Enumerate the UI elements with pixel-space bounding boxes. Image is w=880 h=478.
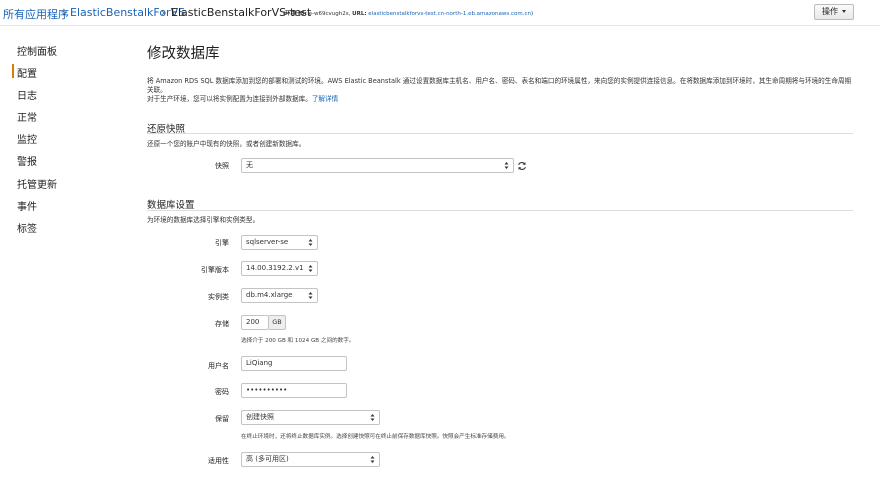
retention-help: 在终止环境时，还将终止数据库实例。选择创建快照可在终止前保存数据库快照。快照会产… (241, 434, 510, 440)
instance-class-select[interactable]: db.m4.xlarge (241, 288, 318, 303)
select-arrows-icon (308, 265, 313, 272)
instance-class-value: db.m4.xlarge (246, 291, 293, 299)
engine-label: 引擎 (215, 239, 229, 247)
engine-version-select[interactable]: 14.00.3192.2.v1 (241, 261, 318, 276)
retention-select[interactable]: 创建快照 (241, 410, 380, 425)
storage-help: 选择介于 200 GB 和 1024 GB 之间的数字。 (241, 338, 355, 344)
sidebar-item-events[interactable]: 事件 (17, 198, 37, 213)
refresh-icon[interactable] (517, 161, 527, 171)
sidebar-item-configuration[interactable]: 配置 (17, 65, 37, 80)
intro-line-1: 将 Amazon RDS SQL 数据库添加到您的部署和测试的环境。AWS El… (147, 77, 852, 94)
password-label: 密码 (215, 388, 229, 396)
sidebar-item-tags[interactable]: 标签 (17, 220, 37, 235)
learn-more-link[interactable]: 了解详情 (312, 95, 338, 103)
breadcrumb-all-apps[interactable]: 所有应用程序 (3, 6, 69, 22)
retention-value: 创建快照 (246, 413, 274, 421)
availability-label: 适用性 (208, 457, 229, 465)
engine-select[interactable]: sqlserver-se (241, 235, 318, 250)
instance-class-label: 实例类 (208, 293, 229, 301)
db-section-title: 数据库设置 (147, 200, 195, 211)
storage-unit: GB (269, 315, 286, 330)
section-divider (147, 133, 853, 134)
engine-version-value: 14.00.3192.2.v1 (246, 264, 304, 272)
snapshot-label: 快照 (215, 162, 229, 170)
sidebar-item-managed-updates[interactable]: 托管更新 (17, 176, 57, 191)
select-arrows-icon (308, 239, 313, 246)
select-arrows-icon (504, 162, 509, 169)
page-title: 修改数据库 (147, 46, 220, 62)
restore-section-desc: 还原一个您的账户中现有的快照，或者创建新数据库。 (147, 140, 306, 148)
engine-value: sqlserver-se (246, 238, 289, 246)
breadcrumb-separator-icon: › (62, 6, 67, 19)
username-label: 用户名 (208, 362, 229, 370)
snapshot-select[interactable]: 无 (241, 158, 514, 173)
sidebar-item-dashboard[interactable]: 控制面板 (17, 43, 57, 58)
select-arrows-icon (370, 456, 375, 463)
sidebar-item-monitoring[interactable]: 监控 (17, 131, 37, 146)
sidebar-item-logs[interactable]: 日志 (17, 87, 37, 102)
main-content: 修改数据库 将 Amazon RDS SQL 数据库添加到您的部署和测试的环境。… (147, 0, 853, 478)
password-input[interactable]: •••••••••• (241, 383, 347, 398)
section-divider (147, 210, 853, 211)
select-arrows-icon (370, 414, 375, 421)
db-section-desc: 为环境的数据库选择引擎和实例类型。 (147, 216, 260, 224)
username-input[interactable]: LiQiang (241, 356, 347, 371)
active-nav-indicator (12, 64, 14, 78)
intro-line-2: 对于生产环境，您可以将实例配置为连接到外部数据库。 (147, 95, 312, 103)
engine-version-label: 引擎版本 (201, 266, 229, 274)
intro-text: 将 Amazon RDS SQL 数据库添加到您的部署和测试的环境。AWS El… (147, 77, 853, 104)
availability-select[interactable]: 高 (多可用区) (241, 452, 380, 467)
retention-label: 保留 (215, 415, 229, 423)
sidebar-item-health[interactable]: 正常 (17, 109, 37, 124)
select-arrows-icon (308, 292, 313, 299)
snapshot-value: 无 (246, 161, 253, 169)
storage-input[interactable]: 200 (241, 315, 269, 330)
storage-label: 存储 (215, 320, 229, 328)
sidebar-item-alarms[interactable]: 警报 (17, 153, 37, 168)
availability-value: 高 (多可用区) (246, 455, 289, 463)
